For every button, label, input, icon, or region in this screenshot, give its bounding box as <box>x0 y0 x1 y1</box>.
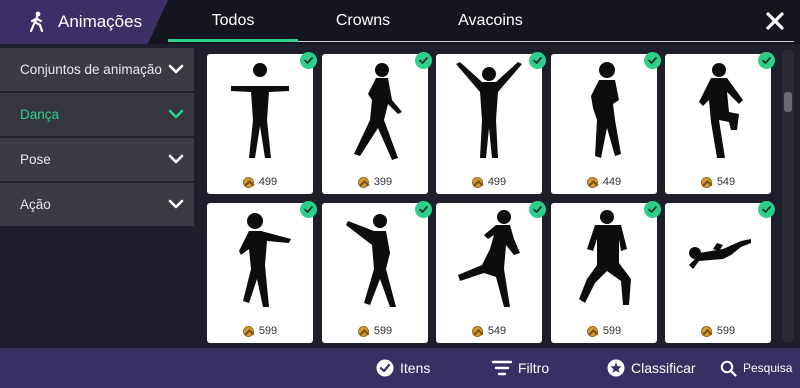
price-tag: 599 <box>322 325 428 337</box>
page-title: Animações <box>58 12 143 31</box>
owned-check-icon <box>758 201 775 218</box>
animation-card[interactable]: 399 <box>322 52 432 194</box>
chevron-down-icon <box>168 64 184 74</box>
owned-check-icon <box>529 52 546 69</box>
owned-check-icon <box>300 201 317 218</box>
price-value: 499 <box>487 176 507 188</box>
avacoin-icon <box>700 325 712 337</box>
items-button[interactable]: Itens <box>376 358 430 378</box>
price-value: 599 <box>716 325 736 337</box>
price-tag: 599 <box>551 325 657 337</box>
price-tag: 599 <box>665 325 771 337</box>
avacoin-icon <box>471 325 483 337</box>
filter-icon <box>492 360 512 376</box>
avacoin-icon <box>242 325 254 337</box>
close-icon[interactable] <box>764 10 786 32</box>
header-divider <box>298 41 794 42</box>
price-value: 549 <box>716 176 736 188</box>
owned-check-icon <box>758 52 775 69</box>
tab-crowns[interactable]: Crowns <box>318 0 408 44</box>
owned-check-icon <box>300 52 317 69</box>
animation-grid: 499 399 499 449 549 599 599 549 599 599 <box>196 46 796 346</box>
dance-pose-silhouette <box>689 239 751 269</box>
price-value: 599 <box>258 325 278 337</box>
dance-pose-silhouette <box>458 210 520 307</box>
sidebar-item-pose[interactable]: Pose <box>0 138 194 181</box>
title-block: Animações <box>0 0 168 44</box>
avacoin-icon <box>357 176 369 188</box>
sidebar-item-conjuntos[interactable]: Conjuntos de animação <box>0 48 194 91</box>
price-value: 549 <box>487 325 507 337</box>
price-value: 499 <box>258 176 278 188</box>
dance-pose-silhouette <box>346 214 396 307</box>
price-value: 449 <box>602 176 622 188</box>
tab-todos[interactable]: Todos <box>168 0 298 44</box>
price-tag: 549 <box>665 176 771 188</box>
animation-card[interactable]: 599 <box>207 201 317 343</box>
animation-card[interactable]: 599 <box>551 201 661 343</box>
sidebar-item-label: Dança <box>20 107 60 122</box>
animation-card[interactable]: 449 <box>551 52 661 194</box>
dance-pose-silhouette <box>231 63 289 158</box>
sidebar-item-label: Ação <box>20 197 51 212</box>
search-label: Pesquisa <box>743 361 793 375</box>
sort-button[interactable]: Classificar <box>607 358 696 378</box>
scrollbar[interactable] <box>782 50 794 342</box>
chevron-down-icon <box>168 154 184 164</box>
tab-bar: Todos Crowns Avacoins <box>168 0 728 44</box>
filter-button[interactable]: Filtro <box>492 358 549 378</box>
animation-card[interactable]: 549 <box>665 52 775 194</box>
chevron-down-icon <box>168 199 184 209</box>
sidebar-item-acao[interactable]: Ação <box>0 183 194 226</box>
check-circle-icon <box>376 359 394 377</box>
owned-check-icon <box>529 201 546 218</box>
star-circle-icon <box>607 359 625 377</box>
price-value: 599 <box>373 325 393 337</box>
dance-pose-silhouette <box>354 63 402 160</box>
dance-pose-silhouette <box>699 63 743 158</box>
search-icon <box>720 360 737 377</box>
price-value: 399 <box>373 176 393 188</box>
avacoin-icon <box>586 325 598 337</box>
sidebar-item-danca[interactable]: Dança <box>0 93 194 136</box>
avacoin-icon <box>357 325 369 337</box>
chevron-down-icon <box>168 109 184 119</box>
scroll-thumb[interactable] <box>784 92 792 112</box>
owned-check-icon <box>415 52 432 69</box>
dance-pose-silhouette <box>456 62 522 158</box>
sidebar-item-label: Conjuntos de animação <box>20 62 162 77</box>
owned-check-icon <box>415 201 432 218</box>
walking-person-icon <box>29 11 44 33</box>
search-button[interactable]: Pesquisa <box>720 358 792 378</box>
avacoin-icon <box>700 176 712 188</box>
animation-card[interactable]: 549 <box>436 201 546 343</box>
dance-pose-silhouette <box>579 210 631 305</box>
tab-avacoins[interactable]: Avacoins <box>438 0 543 44</box>
bottom-toolbar: Itens Filtro Classificar Pesquisa <box>0 348 800 388</box>
dance-pose-silhouette <box>591 62 621 158</box>
price-tag: 499 <box>207 176 313 188</box>
sort-label: Classificar <box>631 360 696 376</box>
animation-card[interactable]: 499 <box>207 52 317 194</box>
owned-check-icon <box>644 52 661 69</box>
price-tag: 449 <box>551 176 657 188</box>
animation-card[interactable]: 599 <box>665 201 775 343</box>
price-value: 599 <box>602 325 622 337</box>
category-sidebar: Conjuntos de animação Dança Pose Ação <box>0 48 194 228</box>
animation-card[interactable]: 499 <box>436 52 546 194</box>
top-bar: Animações Todos Crowns Avacoins <box>0 0 800 44</box>
sidebar-item-label: Pose <box>20 152 51 167</box>
animation-card[interactable]: 599 <box>322 201 432 343</box>
avacoin-icon <box>586 176 598 188</box>
price-tag: 399 <box>322 176 428 188</box>
price-tag: 549 <box>436 325 542 337</box>
price-tag: 599 <box>207 325 313 337</box>
dance-pose-silhouette <box>239 213 291 307</box>
price-tag: 499 <box>436 176 542 188</box>
avacoin-icon <box>471 176 483 188</box>
avacoin-icon <box>242 176 254 188</box>
items-label: Itens <box>400 360 431 376</box>
owned-check-icon <box>644 201 661 218</box>
filter-label: Filtro <box>518 360 550 376</box>
